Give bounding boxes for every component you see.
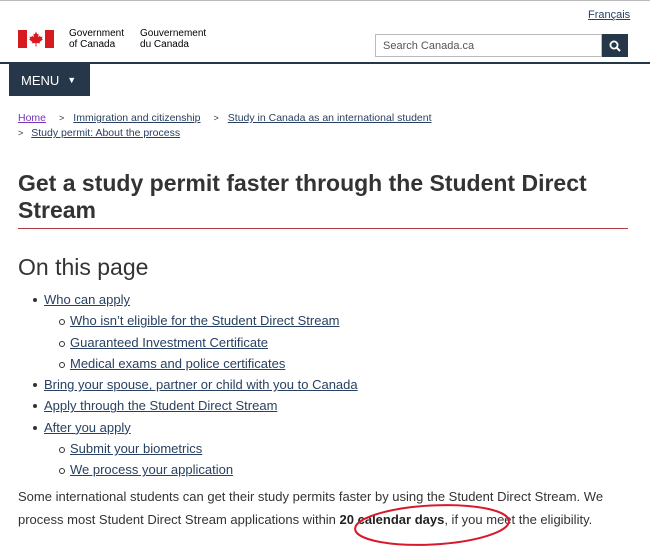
wordmark: Government of Canada Gouvernement du Can… bbox=[69, 28, 222, 50]
chevron-down-icon: ▼ bbox=[67, 75, 77, 85]
toc-subitem: Guaranteed Investment Certificate bbox=[59, 332, 358, 353]
menu-label: MENU bbox=[21, 72, 60, 88]
toc-link-biometrics[interactable]: Submit your biometrics bbox=[70, 441, 202, 456]
breadcrumb-separator-icon: > bbox=[213, 113, 219, 123]
language-toggle-link[interactable]: Français bbox=[588, 9, 630, 21]
breadcrumb-separator-icon: > bbox=[18, 128, 24, 138]
toc-link-after-you-apply[interactable]: After you apply bbox=[44, 420, 131, 435]
toc-item: Who can apply bbox=[33, 289, 358, 310]
toc-link-we-process[interactable]: We process your application bbox=[70, 462, 233, 477]
page-title: Get a study permit faster through the St… bbox=[18, 170, 587, 223]
toc-subitem: Who isn’t eligible for the Student Direc… bbox=[59, 310, 358, 331]
toc-item: After you apply bbox=[33, 417, 358, 438]
search-input[interactable]: Search Canada.ca bbox=[375, 34, 602, 57]
breadcrumb-study-in-canada[interactable]: Study in Canada as an international stud… bbox=[228, 112, 432, 124]
canada-flag-icon bbox=[18, 30, 54, 48]
red-circle-annotation bbox=[354, 504, 510, 546]
toc-heading: On this page bbox=[18, 254, 149, 280]
government-of-canada-logo[interactable]: Government of Canada Gouvernement du Can… bbox=[18, 28, 222, 50]
search-icon bbox=[609, 40, 621, 52]
breadcrumb-immigration[interactable]: Immigration and citizenship bbox=[73, 112, 200, 124]
breadcrumb-separator-icon: > bbox=[59, 113, 65, 123]
wordmark-english: Government of Canada bbox=[69, 28, 125, 50]
breadcrumb: Home > Immigration and citizenship > Study i… bbox=[18, 111, 638, 141]
toc-link-bring-family[interactable]: Bring your spouse, partner or child with… bbox=[44, 377, 358, 392]
wordmark-french: Gouvernement du Canada bbox=[140, 28, 207, 50]
top-border bbox=[0, 0, 650, 1]
search-button[interactable] bbox=[602, 34, 628, 57]
toc-subitem: Submit your biometrics bbox=[59, 438, 358, 459]
toc-link-who-can-apply[interactable]: Who can apply bbox=[44, 292, 130, 307]
toc-link-gic[interactable]: Guaranteed Investment Certificate bbox=[70, 335, 268, 350]
toc-item: Bring your spouse, partner or child with… bbox=[33, 374, 358, 395]
table-of-contents: Who can apply Who isn’t eligible for the… bbox=[33, 289, 358, 481]
breadcrumb-home[interactable]: Home bbox=[18, 112, 46, 124]
breadcrumb-study-permit[interactable]: Study permit: About the process bbox=[31, 127, 180, 139]
title-underline bbox=[18, 228, 628, 229]
toc-link-medical-exams[interactable]: Medical exams and police certificates bbox=[70, 356, 285, 371]
toc-link-apply[interactable]: Apply through the Student Direct Stream bbox=[44, 398, 277, 413]
menu-button[interactable]: MENU ▼ bbox=[9, 64, 90, 96]
toc-subitem: Medical exams and police certificates bbox=[59, 353, 358, 374]
toc-subitem: We process your application bbox=[59, 459, 358, 480]
toc-link-who-isnt-eligible[interactable]: Who isn’t eligible for the Student Direc… bbox=[70, 313, 340, 328]
intro-paragraph: Some international students can get thei… bbox=[18, 489, 604, 527]
toc-item: Apply through the Student Direct Stream bbox=[33, 395, 358, 416]
header-divider bbox=[0, 62, 650, 64]
